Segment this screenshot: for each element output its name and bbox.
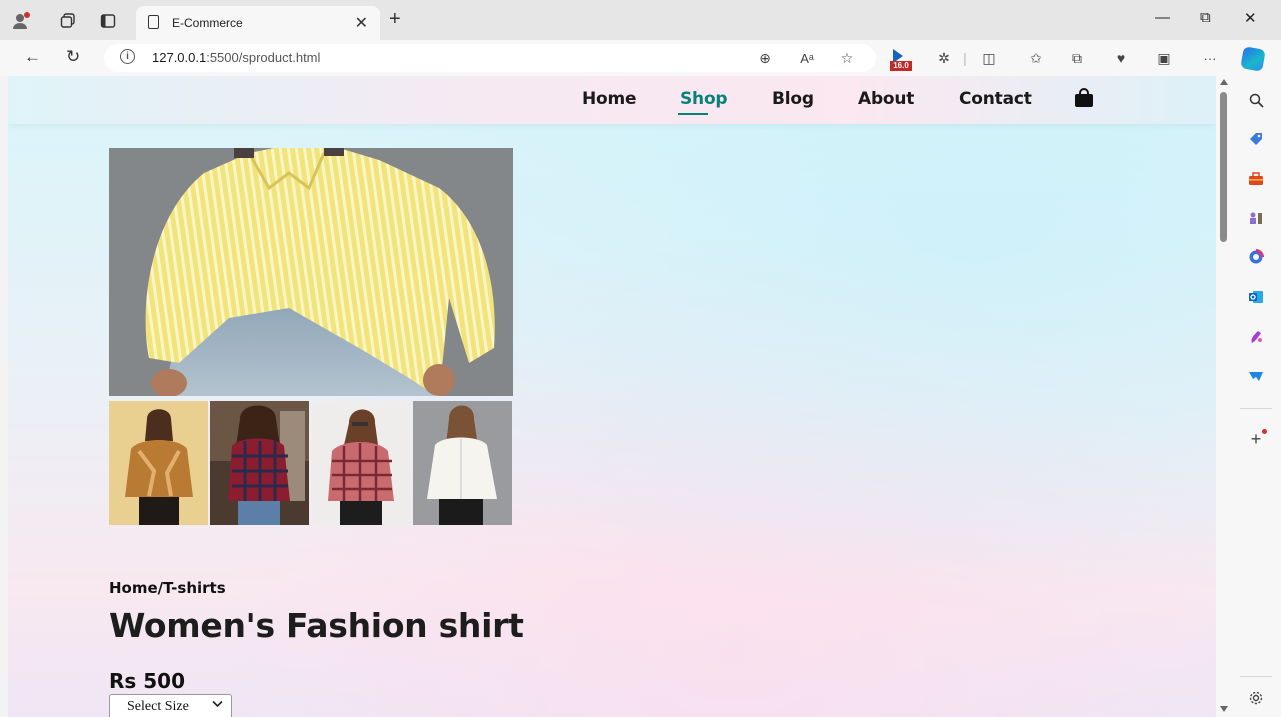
extension-badge-icon[interactable]: 16.0 (890, 49, 912, 71)
site-info-icon[interactable]: i (120, 49, 135, 64)
nav-about[interactable]: About (858, 89, 914, 109)
nav-blog[interactable]: Blog (772, 89, 814, 109)
profile-icon[interactable] (10, 10, 32, 32)
scroll-up-arrow-icon[interactable] (1220, 79, 1228, 85)
sidebar-divider (1240, 408, 1272, 409)
page-scrollbar[interactable] (1216, 76, 1232, 717)
url-text: 127.0.0.1:5500/sproduct.html (152, 50, 321, 65)
shopping-bag-icon[interactable] (1075, 88, 1093, 107)
read-aloud-icon[interactable]: Aᵃ (798, 49, 816, 67)
thumbnail-image[interactable] (210, 401, 309, 525)
search-icon[interactable] (1246, 90, 1266, 110)
zoom-icon[interactable]: ⊕ (756, 49, 774, 67)
browser-tab-bar: E-Commerce ✕ + — ⧉ ✕ (0, 0, 1281, 40)
games-chess-icon[interactable] (1246, 208, 1266, 228)
shopping-tag-icon[interactable] (1246, 129, 1266, 149)
tools-briefcase-icon[interactable] (1246, 169, 1266, 189)
sidebar-settings-gear-icon[interactable] (1246, 688, 1266, 708)
telegram-send-icon[interactable] (1246, 366, 1266, 386)
chevron-down-icon (212, 698, 223, 713)
more-menu-button[interactable]: ··· (1201, 49, 1219, 67)
screenshot-icon[interactable]: ▣ (1155, 49, 1173, 67)
copilot-icon[interactable] (1240, 46, 1266, 72)
favorite-star-icon[interactable]: ☆ (838, 49, 856, 67)
product-title: Women's Fashion shirt (109, 606, 524, 645)
product-price: Rs 500 (109, 669, 186, 693)
tab-actions-icon[interactable] (97, 10, 119, 32)
web-page: Home Shop Blog About Contact Home/T-shir… (8, 76, 1216, 717)
product-main-image (109, 148, 513, 396)
designer-icon[interactable] (1246, 327, 1266, 347)
close-window-button[interactable]: ✕ (1244, 9, 1257, 27)
sidebar-divider (1240, 676, 1272, 677)
address-bar[interactable]: i 127.0.0.1:5500/sproduct.html ⊕ Aᵃ ☆ (104, 44, 876, 72)
collections-icon[interactable]: ⧉ (1068, 49, 1086, 67)
breadcrumb: Home/T-shirts (109, 579, 226, 597)
browser-toolbar: ← ↻ i 127.0.0.1:5500/sproduct.html ⊕ Aᵃ … (0, 40, 1281, 76)
split-screen-icon[interactable]: ◫ (980, 49, 998, 67)
thumbnail-image[interactable] (413, 401, 512, 525)
size-select-dropdown[interactable]: Select Size (109, 694, 232, 717)
page-icon (148, 15, 159, 29)
size-select-value: Select Size (127, 699, 189, 714)
browser-tab[interactable]: E-Commerce ✕ (136, 6, 380, 40)
workspaces-icon[interactable] (57, 10, 79, 32)
refresh-icon[interactable]: ↻ (66, 47, 80, 67)
back-icon[interactable]: ← (24, 47, 41, 67)
restore-button[interactable]: ⧉ (1200, 9, 1211, 26)
new-tab-button[interactable]: + (389, 8, 401, 31)
scroll-down-arrow-icon[interactable] (1220, 706, 1228, 712)
nav-home[interactable]: Home (582, 89, 637, 109)
toolbar-divider: | (963, 50, 967, 66)
favorites-icon[interactable]: ✩ (1027, 49, 1045, 67)
outlook-icon[interactable] (1246, 287, 1266, 307)
minimize-button[interactable]: — (1155, 9, 1170, 26)
microsoft-365-icon[interactable] (1246, 247, 1266, 267)
nav-active-underline (678, 113, 708, 115)
add-sidebar-app-icon[interactable]: + (1246, 429, 1267, 449)
tab-close-button[interactable]: ✕ (355, 13, 368, 33)
extensions-puzzle-icon[interactable]: ✲ (935, 49, 953, 67)
thumbnail-image[interactable] (312, 401, 411, 525)
site-header: Home Shop Blog About Contact (8, 76, 1216, 124)
thumbnail-image[interactable] (109, 401, 208, 525)
tab-title: E-Commerce (172, 16, 243, 30)
edge-sidebar: + (1232, 76, 1281, 717)
nav-shop[interactable]: Shop (680, 89, 728, 109)
product-thumbnails (109, 401, 513, 525)
scrollbar-thumb[interactable] (1220, 92, 1227, 242)
browser-essentials-icon[interactable]: ♥ (1112, 49, 1130, 67)
nav-contact[interactable]: Contact (959, 89, 1032, 109)
